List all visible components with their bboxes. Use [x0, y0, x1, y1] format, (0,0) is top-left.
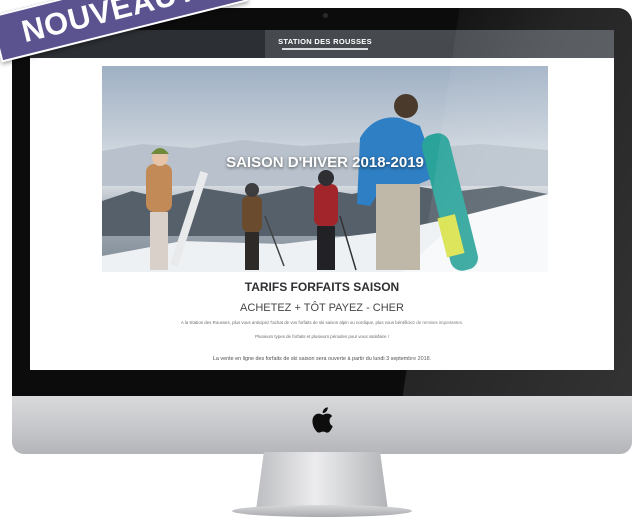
monitor-foot [232, 505, 412, 517]
camera-icon [323, 13, 328, 18]
site-logo[interactable]: STATION DES ROUSSES [250, 37, 400, 46]
site-logo-underline [282, 48, 368, 50]
monitor-stand [256, 452, 388, 510]
apple-logo-icon [312, 407, 333, 433]
